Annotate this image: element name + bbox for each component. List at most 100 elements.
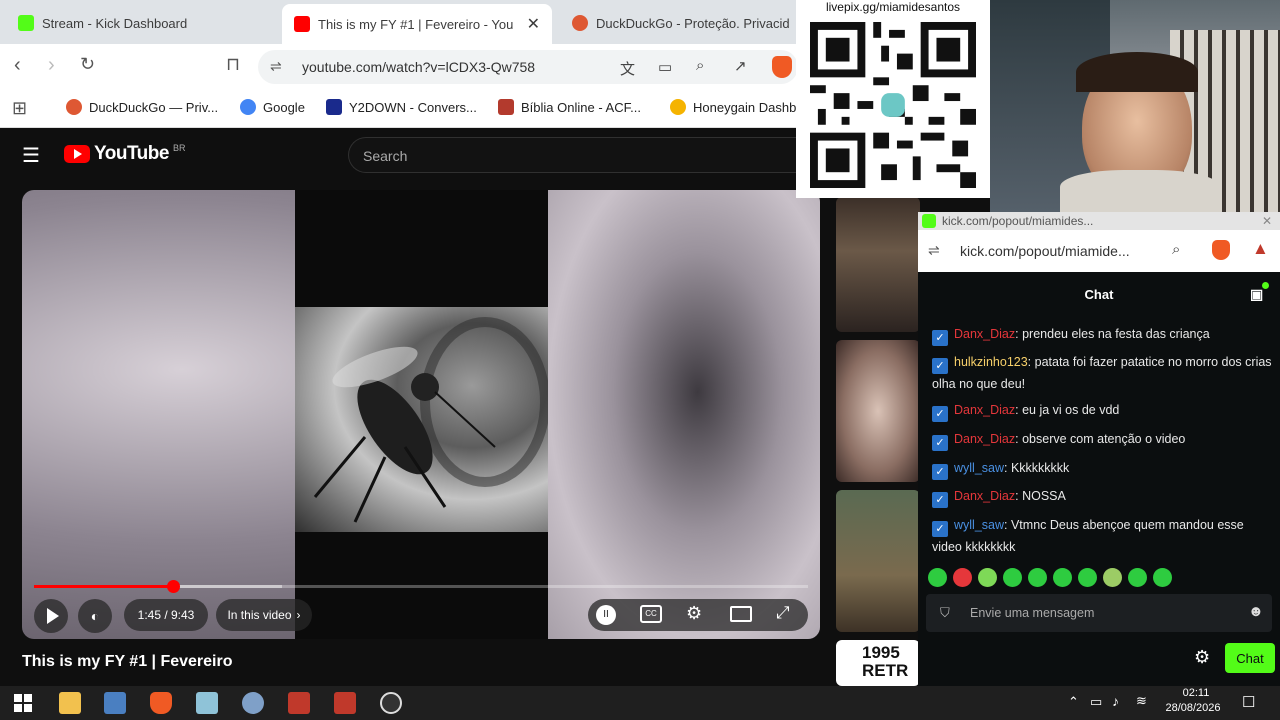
battery-icon[interactable]: ▭ — [1090, 694, 1102, 710]
bookmark-honeygain[interactable]: Honeygain Dashb — [670, 99, 796, 115]
media-player-icon[interactable] — [104, 692, 126, 714]
sidebar-thumbnail-2[interactable] — [836, 340, 920, 482]
fl-studio-icon[interactable] — [334, 692, 356, 714]
emote-icon[interactable] — [1153, 568, 1172, 587]
chat-username[interactable]: Danx_Diaz — [954, 432, 1015, 446]
emote-icon[interactable] — [928, 568, 947, 587]
chat-username[interactable]: Danx_Diaz — [954, 489, 1015, 503]
sidebar-thumbnail-1[interactable] — [836, 197, 920, 332]
youtube-logo[interactable]: YouTube BR — [64, 143, 185, 165]
brave-shields-icon[interactable] — [1212, 240, 1230, 260]
notifications-icon[interactable]: ☐ — [1242, 693, 1255, 711]
users-icon[interactable]: ▣ — [1250, 286, 1263, 303]
qr-code-overlay: livepix.gg/miamidesantos — [796, 0, 990, 198]
close-tab-icon[interactable]: ✕ — [527, 14, 540, 34]
emote-icon[interactable] — [1103, 568, 1122, 587]
address-bar[interactable]: ⇌ youtube.com/watch?v=lCDX3-Qw758 文 ▭ ⌕ … — [258, 50, 798, 84]
fullscreen-icon[interactable]: ⤢ — [776, 603, 790, 623]
volume-button[interactable]: ◐ — [78, 599, 112, 633]
site-info-icon[interactable]: ⇌ — [928, 242, 940, 259]
close-window-icon[interactable]: ✕ — [1262, 214, 1272, 228]
file-explorer-icon[interactable] — [59, 692, 81, 714]
back-icon[interactable]: ‹ — [14, 54, 21, 77]
chat-message: ✓ wyll_saw: Vtmnc Deus abençoe quem mando… — [932, 515, 1272, 557]
chat-username[interactable]: Danx_Diaz — [954, 403, 1015, 417]
in-this-video-label: In this video — [227, 608, 292, 622]
scrubber-handle[interactable] — [167, 580, 181, 593]
chat-username[interactable]: wyll_saw — [954, 461, 1004, 475]
apps-grid-icon[interactable]: ⊞ — [12, 98, 27, 119]
bookmark-label: Google — [263, 99, 305, 115]
wifi-icon[interactable]: ≋ — [1136, 693, 1147, 709]
bookmark-google[interactable]: Google — [240, 99, 305, 115]
bookmark-label: Honeygain Dashb — [693, 99, 797, 115]
zoom-icon[interactable]: ⌕ — [1172, 241, 1180, 258]
tab-title: This is my FY #1 | Fevereiro - You — [318, 16, 514, 32]
volume-icon[interactable]: ♪ — [1112, 693, 1119, 709]
emote-icon[interactable] — [1078, 568, 1097, 587]
reader-mode-icon[interactable]: ▭ — [658, 58, 672, 76]
chat-settings-gear-icon[interactable]: ⚙ — [1194, 647, 1210, 668]
subscriber-badge-icon: ✓ — [932, 464, 948, 480]
chat-text: eu ja vi os de vdd — [1022, 403, 1120, 417]
notepad-icon[interactable] — [196, 692, 218, 714]
webcam-feed — [990, 0, 1280, 212]
chat-username[interactable]: wyll_saw — [954, 518, 1004, 532]
calculator-icon[interactable] — [288, 692, 310, 714]
windows-start-icon[interactable] — [14, 694, 32, 712]
emote-icon[interactable] — [1128, 568, 1147, 587]
forward-icon[interactable]: › — [48, 54, 55, 77]
bookmark-biblia[interactable]: Bíblia Online - ACF... — [498, 99, 641, 115]
emoji-picker-icon[interactable]: ☻ — [1248, 603, 1264, 620]
kick-chat-popout: kick.com/popout/miamides... ✕ ⇌ kick.com… — [918, 212, 1280, 686]
zoom-icon[interactable]: ⌕ — [696, 57, 704, 74]
tab-title: DuckDuckGo - Proteção. Privacid — [596, 15, 790, 31]
tab-duckduckgo[interactable]: DuckDuckGo - Proteção. Privacid — [560, 6, 796, 40]
bookmark-icon[interactable]: ⊓ — [226, 54, 240, 75]
send-chat-button[interactable]: Chat — [1225, 643, 1275, 673]
reload-icon[interactable]: ↻ — [80, 54, 95, 75]
emote-icon[interactable] — [1053, 568, 1072, 587]
player-right-controls: II CC ⚙ ⤢ — [588, 599, 808, 631]
emote-icon[interactable] — [978, 568, 997, 587]
bookmark-label: Y2DOWN - Convers... — [349, 99, 477, 115]
share-icon[interactable]: ↗ — [734, 57, 747, 75]
progress-bar[interactable] — [34, 580, 808, 593]
emote-icon[interactable] — [953, 568, 972, 587]
emote-icon[interactable] — [1003, 568, 1022, 587]
clock[interactable]: 02:11 28/08/2026 — [1165, 686, 1224, 716]
translate-icon[interactable]: 文 — [620, 58, 635, 79]
autoplay-toggle-icon[interactable]: II — [596, 605, 616, 625]
sidebar-thumbnail-3[interactable] — [836, 490, 920, 632]
streamer-shirt — [1060, 170, 1220, 212]
time-text: 1:45 / 9:43 — [137, 608, 195, 622]
video-player[interactable]: ◐ 1:45 / 9:43 In this video › II CC ⚙ ⤢ — [22, 190, 820, 639]
chat-username[interactable]: Danx_Diaz — [954, 327, 1015, 341]
captions-icon[interactable]: CC — [640, 605, 662, 623]
search-input[interactable]: Search — [348, 137, 798, 173]
bookmark-y2down[interactable]: Y2DOWN - Convers... — [326, 99, 477, 115]
site-info-icon[interactable]: ⇌ — [270, 58, 282, 75]
system-tray-chevron-icon[interactable]: ⌃ — [1068, 694, 1079, 710]
sidebar-thumbnail-4[interactable]: 1995 RETR — [836, 640, 920, 686]
brave-shields-icon[interactable] — [772, 56, 792, 78]
send-chat-label: Chat — [1236, 650, 1264, 666]
brave-browser-icon[interactable] — [150, 692, 172, 714]
subscriber-badge-icon: ✓ — [932, 435, 948, 451]
chat-username[interactable]: hulkzinho123 — [954, 355, 1028, 369]
theater-mode-icon[interactable] — [730, 606, 752, 622]
tab-kick-dashboard[interactable]: Stream - Kick Dashboard — [6, 6, 276, 40]
in-this-video-button[interactable]: In this video › — [216, 599, 312, 631]
tab-youtube-video[interactable]: This is my FY #1 | Fevereiro - You ✕ — [282, 4, 552, 44]
bookmark-duckduckgo[interactable]: DuckDuckGo — Priv... — [66, 99, 218, 115]
brave-rewards-icon[interactable]: ▲ — [1252, 239, 1269, 259]
mosquito-drawing — [313, 317, 550, 523]
menu-icon[interactable]: ☰ — [22, 143, 40, 168]
logo-text: YouTube — [94, 143, 169, 164]
chat-message-input[interactable]: ⛉ Envie uma mensagem ☻ — [926, 594, 1272, 632]
play-button[interactable] — [34, 599, 68, 633]
obs-studio-icon[interactable] — [380, 692, 402, 714]
paint-icon[interactable] — [242, 692, 264, 714]
emote-icon[interactable] — [1028, 568, 1047, 587]
settings-gear-icon[interactable]: ⚙ — [686, 603, 702, 624]
